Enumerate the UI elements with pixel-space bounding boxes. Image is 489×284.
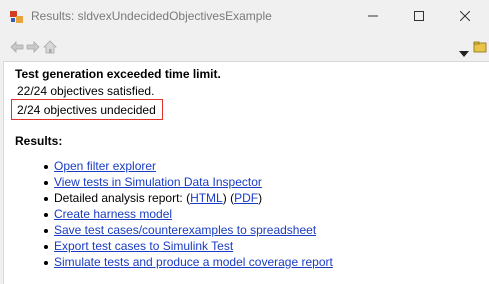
- title-bar: Results: sldvexUndecidedObjectivesExampl…: [0, 0, 489, 32]
- back-arrow-icon[interactable]: [10, 40, 24, 54]
- maximize-icon: [414, 11, 424, 21]
- minimize-icon: [368, 15, 378, 17]
- home-icon[interactable]: [43, 40, 57, 54]
- list-item: View tests in Simulation Data Inspector: [44, 175, 333, 191]
- status-heading: Test generation exceeded time limit.: [15, 67, 221, 81]
- list-item: Export test cases to Simulink Test: [44, 239, 333, 255]
- analysis-report-label: Detailed analysis report: (: [54, 191, 191, 205]
- html-report-link[interactable]: HTML: [190, 191, 223, 205]
- bullet-icon: [44, 165, 48, 169]
- bullet-icon: [44, 181, 48, 185]
- maximize-button[interactable]: [396, 0, 442, 32]
- list-item: Save test cases/counterexamples to sprea…: [44, 223, 333, 239]
- list-item: Open filter explorer: [44, 159, 333, 175]
- bullet-icon: [44, 261, 48, 265]
- undecided-count: 2/24 objectives undecided: [17, 103, 156, 117]
- report-suffix: ): [258, 191, 263, 205]
- export-test-cases-link[interactable]: Export test cases to Simulink Test: [54, 239, 233, 253]
- results-window: Results: sldvexUndecidedObjectivesExampl…: [0, 0, 489, 284]
- pdf-report-link[interactable]: PDF: [234, 191, 258, 205]
- list-item: Simulate tests and produce a model cover…: [44, 255, 333, 271]
- report-separator: ) (: [222, 191, 235, 205]
- satisfied-count: 22/24 objectives satisfied.: [17, 84, 155, 98]
- undecided-highlight: 2/24 objectives undecided: [11, 99, 163, 120]
- open-filter-explorer-link[interactable]: Open filter explorer: [54, 159, 156, 173]
- close-button[interactable]: [442, 0, 488, 32]
- simulink-design-verifier-icon: [9, 9, 25, 25]
- save-test-cases-link[interactable]: Save test cases/counterexamples to sprea…: [54, 223, 316, 237]
- results-links: Open filter explorer View tests in Simul…: [44, 159, 333, 271]
- window-title: Results: sldvexUndecidedObjectivesExampl…: [31, 9, 272, 23]
- open-folder-icon[interactable]: [473, 40, 487, 54]
- list-item: Detailed analysis report: (HTML) (PDF): [44, 191, 333, 207]
- bullet-icon: [44, 213, 48, 217]
- bullet-icon: [44, 229, 48, 233]
- list-item: Create harness model: [44, 207, 333, 223]
- forward-arrow-icon[interactable]: [26, 40, 40, 54]
- create-harness-model-link[interactable]: Create harness model: [54, 207, 172, 221]
- simulate-tests-coverage-link[interactable]: Simulate tests and produce a model cover…: [54, 255, 333, 269]
- results-content: Test generation exceeded time limit. 22/…: [3, 61, 489, 284]
- minimize-button[interactable]: [350, 0, 396, 32]
- toolbar: [0, 32, 489, 61]
- bullet-icon: [44, 245, 48, 249]
- close-icon: [460, 11, 470, 21]
- results-label: Results:: [15, 134, 63, 148]
- view-tests-sdi-link[interactable]: View tests in Simulation Data Inspector: [54, 175, 262, 189]
- options-dropdown-icon[interactable]: [459, 44, 469, 57]
- bullet-icon: [44, 197, 48, 201]
